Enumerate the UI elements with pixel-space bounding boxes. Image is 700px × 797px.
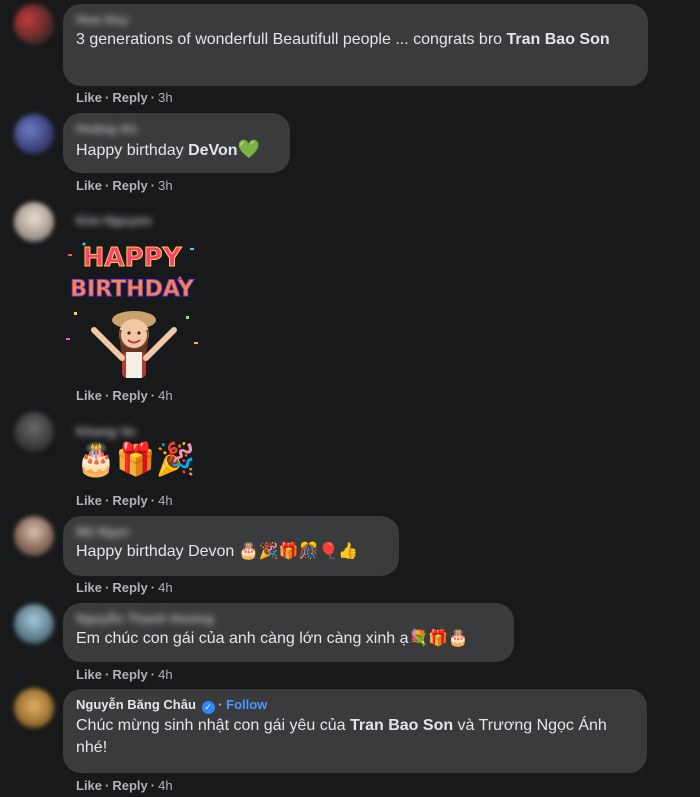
separator: · bbox=[105, 493, 110, 508]
separator: · bbox=[105, 90, 110, 105]
comment-actions: Like · Reply · 4h bbox=[76, 493, 173, 509]
separator: · bbox=[105, 778, 110, 793]
avatar[interactable] bbox=[14, 688, 54, 728]
comment-author[interactable]: Nguyễn Thanh Hương bbox=[76, 611, 501, 627]
reply-button[interactable]: Reply bbox=[112, 580, 147, 595]
reply-button[interactable]: Reply bbox=[112, 90, 147, 105]
comment-text: Happy birthday Devon 🎂🎉🎁🎊🎈👍 bbox=[76, 543, 359, 560]
avatar[interactable] bbox=[14, 412, 54, 452]
avatar[interactable] bbox=[14, 516, 54, 556]
comment-time[interactable]: 4h bbox=[158, 493, 172, 508]
avatar[interactable] bbox=[14, 604, 54, 644]
comment-author[interactable]: Hoa Huy bbox=[76, 12, 635, 28]
comment-actions: Like · Reply · 3h bbox=[76, 178, 173, 194]
comment-actions: Like · Reply · 3h bbox=[76, 90, 173, 106]
comment-actions: Like · Reply · 4h bbox=[76, 778, 173, 794]
comment-time[interactable]: 4h bbox=[158, 580, 172, 595]
separator: · bbox=[150, 388, 156, 403]
comment-actions: Like · Reply · 4h bbox=[76, 388, 173, 404]
comment-author[interactable]: Hoàng An bbox=[76, 121, 277, 137]
comment-time[interactable]: 3h bbox=[158, 178, 172, 193]
verified-badge-icon: ✓ bbox=[201, 701, 215, 714]
like-button[interactable]: Like bbox=[76, 178, 102, 193]
birthday-sticker-image: HAPPY BIRTHDAY bbox=[66, 242, 198, 378]
tagged-user-link[interactable]: Tran Bao Son bbox=[507, 31, 610, 48]
like-button[interactable]: Like bbox=[76, 493, 102, 508]
comment-time[interactable]: 4h bbox=[158, 667, 172, 682]
comment-text: Chúc mừng sinh nhật con gái yêu của Tran… bbox=[76, 715, 634, 759]
comment-text-plain: Chúc mừng sinh nhật con gái yêu của bbox=[76, 717, 350, 734]
comment-text-plain: Happy birthday bbox=[76, 142, 189, 159]
comment-author[interactable]: Nguyễn Băng Châu bbox=[76, 697, 196, 712]
comment-author[interactable]: Mỹ Ngọc bbox=[76, 524, 386, 540]
comment-emojis: 🎂🎁🎉 bbox=[76, 441, 196, 477]
reply-button[interactable]: Reply bbox=[112, 388, 147, 403]
reply-button[interactable]: Reply bbox=[112, 778, 147, 793]
separator: · bbox=[150, 580, 156, 595]
separator: · bbox=[105, 580, 110, 595]
comment-text: Em chúc con gái của anh càng lớn càng xi… bbox=[76, 630, 469, 647]
comment-bubble: Nguyễn Băng Châu ✓ · Follow Chúc mừng si… bbox=[63, 689, 647, 773]
comment-bubble: Mỹ Ngọc Happy birthday Devon 🎂🎉🎁🎊🎈👍 bbox=[63, 516, 399, 576]
separator: · bbox=[150, 667, 156, 682]
separator: · bbox=[150, 778, 156, 793]
comment-time[interactable]: 4h bbox=[158, 388, 172, 403]
tagged-user-link[interactable]: Tran Bao Son bbox=[350, 717, 453, 734]
comment-bubble: Hoa Huy 3 generations of wonderfull Beau… bbox=[63, 4, 648, 86]
comment-author[interactable]: Kim Nguyen bbox=[76, 213, 152, 228]
separator: · bbox=[105, 388, 110, 403]
follow-button[interactable]: Follow bbox=[226, 697, 267, 712]
separator: · bbox=[150, 178, 156, 193]
comment-text: 3 generations of wonderfull Beautifull p… bbox=[76, 29, 635, 51]
separator: · bbox=[105, 178, 110, 193]
like-button[interactable]: Like bbox=[76, 90, 102, 105]
comment-time[interactable]: 4h bbox=[158, 778, 172, 793]
comment-author[interactable]: Khang Vo bbox=[76, 424, 136, 439]
green-heart-icon: 💚 bbox=[237, 139, 260, 159]
like-button[interactable]: Like bbox=[76, 778, 102, 793]
reply-button[interactable]: Reply bbox=[112, 178, 147, 193]
comment-bubble: Hoàng An Happy birthday DeVon💚 bbox=[63, 113, 290, 173]
avatar[interactable] bbox=[14, 4, 54, 44]
avatar[interactable] bbox=[14, 202, 54, 242]
comment-actions: Like · Reply · 4h bbox=[76, 667, 173, 683]
reply-button[interactable]: Reply bbox=[112, 667, 147, 682]
separator: · bbox=[218, 697, 223, 712]
separator: · bbox=[105, 667, 110, 682]
comment-author-row: Nguyễn Băng Châu ✓ · Follow bbox=[76, 697, 634, 714]
comment-bubble: Nguyễn Thanh Hương Em chúc con gái của a… bbox=[63, 603, 514, 662]
like-button[interactable]: Like bbox=[76, 580, 102, 595]
comment-text-plain: 3 generations of wonderfull Beautifull p… bbox=[76, 31, 507, 48]
avatar[interactable] bbox=[14, 114, 54, 154]
separator: · bbox=[150, 90, 156, 105]
comment-time[interactable]: 3h bbox=[158, 90, 172, 105]
comment-text: Happy birthday DeVon💚 bbox=[76, 138, 277, 162]
tagged-user-link[interactable]: DeVon bbox=[188, 142, 237, 159]
comment-actions: Like · Reply · 4h bbox=[76, 580, 173, 596]
like-button[interactable]: Like bbox=[76, 388, 102, 403]
separator: · bbox=[150, 493, 156, 508]
birthday-sticker[interactable]: HAPPY BIRTHDAY bbox=[62, 234, 202, 384]
like-button[interactable]: Like bbox=[76, 667, 102, 682]
reply-button[interactable]: Reply bbox=[112, 493, 147, 508]
sticker-text-birthday: BIRTHDAY bbox=[70, 277, 195, 302]
sticker-text-happy: HAPPY bbox=[83, 243, 183, 273]
